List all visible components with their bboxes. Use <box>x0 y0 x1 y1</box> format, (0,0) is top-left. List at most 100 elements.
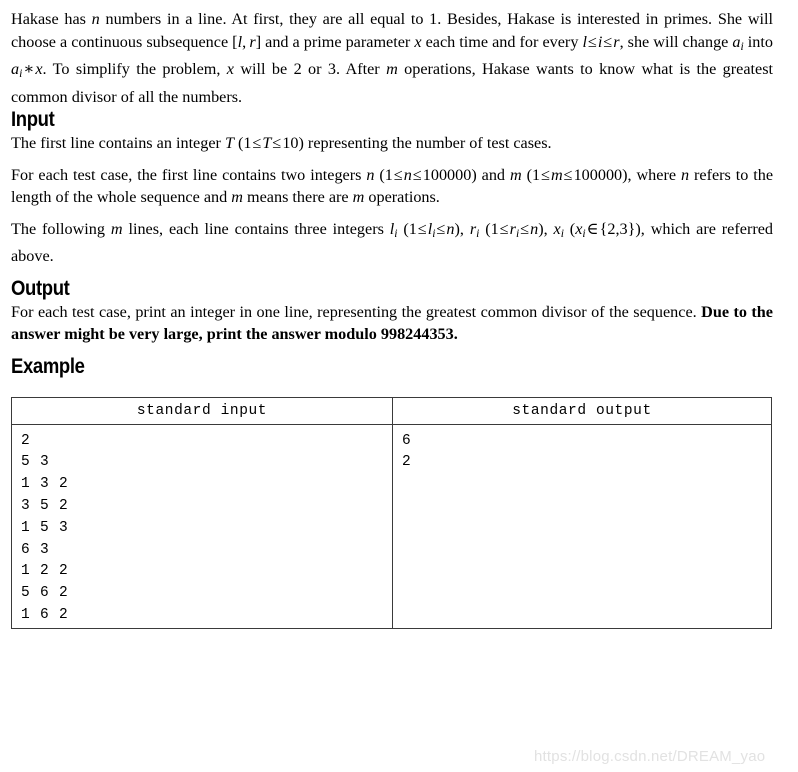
math-le: ≤ <box>272 134 282 153</box>
math-le: ≤ <box>587 32 597 51</box>
statement-text-part: or <box>301 60 328 79</box>
math-one: 1 <box>531 165 541 184</box>
math-m: m <box>110 219 123 238</box>
math-le: ≤ <box>252 134 262 153</box>
input-line: 5 6 2 <box>21 585 69 602</box>
statement-paragraph: Hakase has n numbers in a line. At first… <box>11 8 773 108</box>
statement-text-part: each time and for every <box>421 32 583 51</box>
math-le: ≤ <box>541 165 550 184</box>
input-line: 6 3 <box>21 541 50 558</box>
text-part: The following <box>11 219 111 238</box>
math-one: 1 <box>408 219 417 238</box>
text-part: ( <box>563 219 576 238</box>
statement-text-part: numbers in a line. At first, they are al… <box>99 10 430 28</box>
input-line: 2 <box>21 432 31 449</box>
statement-text-part: will be <box>233 60 294 79</box>
cell-standard-output: 6 2 <box>392 423 772 629</box>
text-part: ( <box>479 219 491 238</box>
math-n: n <box>680 165 690 184</box>
math-T: T <box>224 134 234 153</box>
math-le: ≤ <box>499 219 509 238</box>
document-content: Hakase has n numbers in a line. At first… <box>11 8 773 629</box>
output-line: 2 <box>402 454 412 471</box>
example-table-head: standard input standard output <box>11 396 772 425</box>
math-le: ≤ <box>520 219 530 238</box>
math-x: x <box>226 60 234 79</box>
input-line: 1 2 2 <box>21 563 69 580</box>
output-paragraph-1: For each test case, print an integer in … <box>11 301 773 346</box>
text-part: ), <box>538 219 554 238</box>
text-part: ( <box>397 219 409 238</box>
section-heading-example: Example <box>11 354 85 378</box>
math-m: m <box>352 188 365 207</box>
text-part: ( <box>233 134 244 153</box>
statement-text-part: . After <box>336 60 387 79</box>
watermark: https://blog.csdn.net/DREAM_yao <box>534 748 766 765</box>
math-n: n <box>403 165 412 184</box>
column-header-standard-output: standard output <box>392 396 772 425</box>
section-heading-output: Output <box>11 276 70 300</box>
math-le: ≤ <box>603 32 613 51</box>
input-line: 3 5 2 <box>21 497 69 514</box>
math-ten: 10 <box>282 134 299 153</box>
input-line: 5 3 <box>21 454 50 471</box>
math-times: ∗ <box>23 60 35 79</box>
text-part: The first line contains an integer <box>11 134 225 153</box>
input-paragraph-2: For each test case, the first line conta… <box>11 164 773 209</box>
input-paragraph-3: The following m lines, each line contain… <box>11 218 773 268</box>
math-a: a <box>11 60 20 79</box>
example-table: standard input standard output 2 5 3 1 3… <box>11 396 772 629</box>
text-part: means there are <box>242 188 353 207</box>
text-part: ( <box>521 165 532 184</box>
math-n: n <box>530 219 539 238</box>
math-le: ≤ <box>412 165 422 184</box>
math-x: x <box>35 60 43 79</box>
text-part: operations. <box>364 188 440 207</box>
statement-text-part: into <box>743 32 773 51</box>
output-text-plain: For each test case, print an integer in … <box>11 302 702 321</box>
math-le: ≤ <box>393 165 403 184</box>
math-in: ∈ <box>586 219 599 238</box>
math-m: m <box>550 165 563 184</box>
math-limit: 100000 <box>422 165 472 184</box>
statement-text-part: Hakase has <box>11 10 92 28</box>
math-x: x <box>553 219 561 238</box>
table-header-row: standard input standard output <box>11 396 772 425</box>
math-one: 1 <box>384 165 393 184</box>
text-part: ) and <box>471 165 510 184</box>
math-le: ≤ <box>436 219 446 238</box>
math-two: 2 <box>607 219 616 238</box>
math-three: 3 <box>327 60 337 79</box>
math-x: x <box>414 32 422 51</box>
document-page: Hakase has n numbers in a line. At first… <box>0 0 798 772</box>
column-header-standard-input: standard input <box>11 396 393 425</box>
math-n: n <box>446 219 455 238</box>
input-paragraph-1: The first line contains an integer T (1≤… <box>11 132 773 155</box>
math-n: n <box>91 10 100 28</box>
text-part: For each test case, the first line conta… <box>11 165 367 184</box>
table-row: 2 5 3 1 3 2 3 5 2 1 5 3 6 3 1 2 2 5 6 2 … <box>11 423 772 629</box>
math-a: a <box>732 32 741 51</box>
math-three: 3 <box>619 219 628 238</box>
output-line: 6 <box>402 432 412 449</box>
statement-text-part: , she will change <box>619 32 733 51</box>
math-one: 1 <box>243 134 252 153</box>
math-m: m <box>509 165 522 184</box>
math-m: m <box>386 60 398 79</box>
text-part: ), <box>454 219 470 238</box>
math-le: ≤ <box>417 219 427 238</box>
text-part: ( <box>374 165 385 184</box>
input-line: 1 3 2 <box>21 476 69 493</box>
statement-text-part: ] and a prime parameter <box>255 32 415 51</box>
text-part: lines, each line contains three integers <box>122 219 390 238</box>
text-part: ), where <box>622 165 681 184</box>
math-one: 1 <box>490 219 499 238</box>
math-m: m <box>231 188 243 207</box>
math-two: 2 <box>293 60 302 79</box>
math-limit: 100000 <box>573 165 623 184</box>
section-heading-input: Input <box>11 108 55 132</box>
cell-standard-input: 2 5 3 1 3 2 3 5 2 1 5 3 6 3 1 2 2 5 6 2 … <box>11 423 393 629</box>
input-line: 1 6 2 <box>21 606 69 623</box>
math-le: ≤ <box>563 165 573 184</box>
text-part: ) representing the number of test cases. <box>298 134 552 153</box>
